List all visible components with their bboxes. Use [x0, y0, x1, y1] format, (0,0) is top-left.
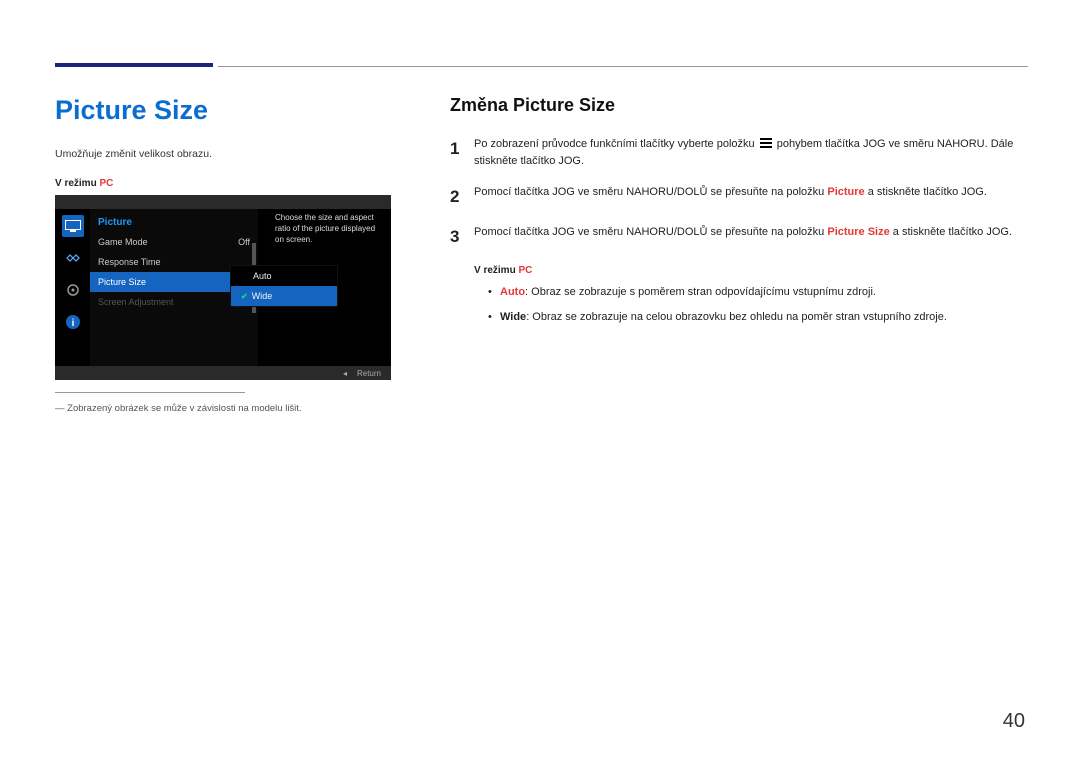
osd-body: i Picture Game Mode Off Response Time Pi…: [55, 209, 391, 366]
check-icon: ✔: [241, 292, 248, 301]
page-content: Picture Size Umožňuje změnit velikost ob…: [55, 95, 1027, 414]
steps-list: 1 Po zobrazení průvodce funkčními tlačít…: [450, 136, 1020, 251]
step-3-post: a stiskněte tlačítko JOG.: [890, 226, 1012, 238]
option-wide-text: : Obraz se zobrazuje na celou obrazovku …: [526, 311, 947, 323]
osd-option-wide-label: Wide: [252, 291, 273, 301]
step-1-text: Po zobrazení průvodce funkčními tlačítky…: [474, 136, 1020, 170]
option-auto-lead: Auto: [500, 286, 525, 298]
step-2-text: Pomocí tlačítka JOG ve směru NAHORU/DOLŮ…: [474, 184, 1020, 210]
step-1: 1 Po zobrazení průvodce funkčními tlačít…: [450, 136, 1020, 170]
step-number: 2: [450, 184, 474, 210]
options-list: Auto: Obraz se zobrazuje s poměrem stran…: [488, 284, 1020, 326]
step-number: 1: [450, 136, 474, 170]
osd-row-gamemode: Game Mode Off: [90, 232, 258, 252]
right-column: Změna Picture Size 1 Po zobrazení průvod…: [450, 95, 1020, 414]
section-title: Picture Size: [55, 95, 410, 126]
mode-label-prefix: V režimu: [55, 178, 99, 189]
osd-hint-text: Choose the size and aspect ratio of the …: [275, 213, 383, 245]
left-column: Picture Size Umožňuje změnit velikost ob…: [55, 95, 410, 414]
mode-label: V režimu PC: [55, 178, 410, 189]
footnote-text: Zobrazený obrázek se může v závislosti n…: [55, 403, 410, 414]
option-auto: Auto: Obraz se zobrazuje s poměrem stran…: [488, 284, 1020, 301]
step-1-pre: Po zobrazení průvodce funkčními tlačítky…: [474, 138, 758, 150]
osd-row-screenadjustment-label: Screen Adjustment: [98, 297, 174, 307]
option-auto-text: : Obraz se zobrazuje s poměrem stran odp…: [525, 286, 876, 298]
monitor-icon: [62, 215, 84, 237]
osd-option-auto: Auto: [231, 266, 337, 286]
gear-icon: [62, 279, 84, 301]
step-2: 2 Pomocí tlačítka JOG ve směru NAHORU/DO…: [450, 184, 1020, 210]
osd-screenshot: i Picture Game Mode Off Response Time Pi…: [55, 195, 391, 380]
contrast-icon: [62, 247, 84, 269]
option-wide-lead: Wide: [500, 311, 526, 323]
step-3: 3 Pomocí tlačítka JOG ve směru NAHORU/DO…: [450, 224, 1020, 250]
osd-option-auto-label: Auto: [253, 271, 272, 281]
mode-label-pc: PC: [99, 178, 113, 189]
osd-panel-title: Picture: [90, 213, 258, 232]
osd-footer: ◂ Return: [55, 366, 391, 380]
section-description: Umožňuje změnit velikost obrazu.: [55, 148, 410, 160]
step-3-pre: Pomocí tlačítka JOG ve směru NAHORU/DOLŮ…: [474, 226, 827, 238]
osd-row-picturesize-label: Picture Size: [98, 277, 146, 287]
header-accent: [55, 63, 213, 67]
header-rule: [218, 66, 1028, 67]
osd-option-wide: ✔ Wide: [231, 286, 337, 306]
osd-side-icons: i: [55, 209, 90, 366]
footnote-rule: [55, 392, 245, 393]
osd-footer-arrow: ◂: [343, 369, 347, 378]
step-3-highlight: Picture Size: [827, 226, 889, 238]
svg-text:i: i: [71, 318, 74, 329]
osd-row-gamemode-label: Game Mode: [98, 237, 148, 247]
osd-footer-return: Return: [357, 369, 381, 378]
step-2-post: a stiskněte tlačítko JOG.: [865, 186, 987, 198]
step-2-highlight: Picture: [827, 186, 864, 198]
osd-row-responsetime-label: Response Time: [98, 257, 161, 267]
sub-mode-label: V režimu PC: [474, 265, 1020, 276]
sub-mode-pc: PC: [518, 265, 532, 276]
step-2-pre: Pomocí tlačítka JOG ve směru NAHORU/DOLŮ…: [474, 186, 827, 198]
step-number: 3: [450, 224, 474, 250]
menu-icon: [760, 138, 772, 148]
option-wide: Wide: Obraz se zobrazuje na celou obrazo…: [488, 309, 1020, 326]
subsection-title: Změna Picture Size: [450, 95, 1020, 116]
osd-submenu: Auto ✔ Wide: [230, 265, 338, 307]
sub-mode-prefix: V režimu: [474, 265, 518, 276]
page-number: 40: [1003, 710, 1025, 733]
step-3-text: Pomocí tlačítka JOG ve směru NAHORU/DOLŮ…: [474, 224, 1020, 250]
info-icon: i: [62, 311, 84, 333]
osd-row-gamemode-value: Off: [238, 237, 250, 247]
